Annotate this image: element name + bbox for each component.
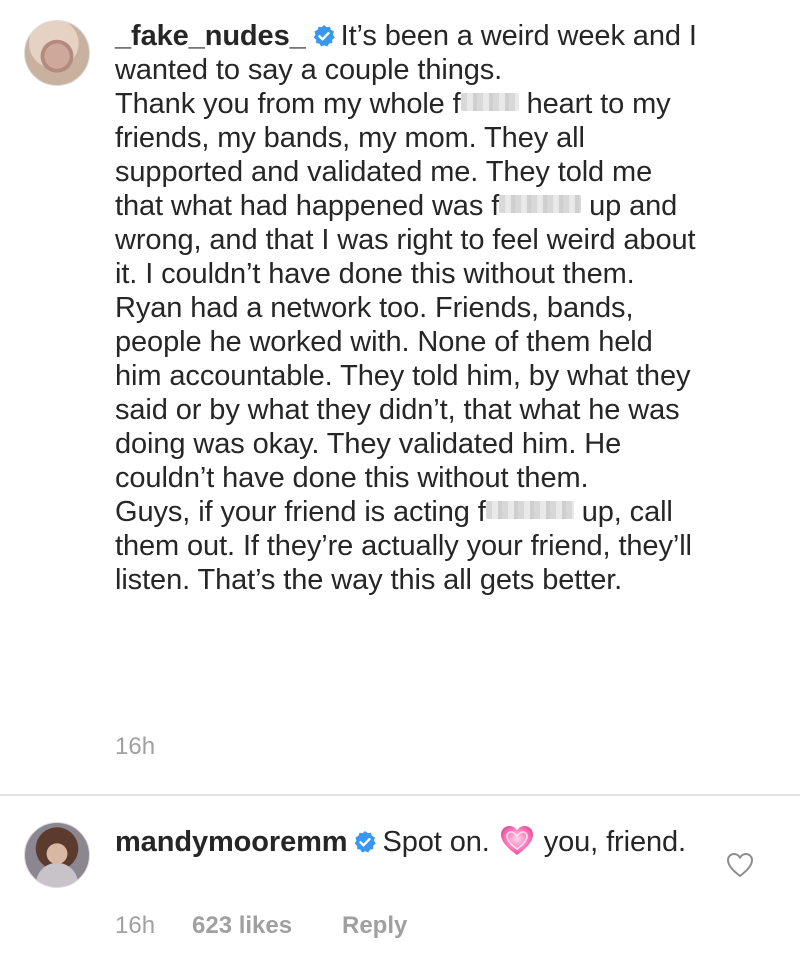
censored-word xyxy=(499,195,582,213)
avatar[interactable] xyxy=(24,20,90,86)
comment-timestamp: 16h xyxy=(115,733,156,760)
likes-count[interactable]: 623 likes xyxy=(192,912,292,940)
pink-heart-emoji-icon xyxy=(500,826,533,855)
comment-paragraph: Ryan had a network too. Friends, bands, … xyxy=(115,291,705,495)
comment-text: Ryan had a network too. Friends, bands, … xyxy=(115,292,691,494)
username[interactable]: mandymooremm xyxy=(115,826,348,858)
comment-text: Thank you from my whole f xyxy=(115,88,461,120)
verified-badge-icon xyxy=(355,831,377,853)
like-heart-icon[interactable] xyxy=(726,852,754,878)
comment-paragraph: Guys, if your friend is acting f up, cal… xyxy=(115,495,705,597)
comment-text: Spot on. xyxy=(382,826,490,858)
comment-paragraph: Thank you from my whole f heart to my fr… xyxy=(115,87,705,291)
comment-item xyxy=(0,796,800,967)
censored-word xyxy=(485,501,574,519)
comment-text: you, friend. xyxy=(543,826,686,858)
comment-body: _fake_nudes_ It’s been a weird week and … xyxy=(115,19,705,597)
comment-paragraph: _fake_nudes_ It’s been a weird week and … xyxy=(115,19,705,87)
censored-word xyxy=(460,93,519,111)
verified-badge-icon xyxy=(313,25,335,47)
comment-text: Guys, if your friend is acting f xyxy=(115,496,486,528)
avatar[interactable] xyxy=(24,822,90,888)
comment-body: mandymooremm Spot on. you, friend. xyxy=(115,825,705,859)
username[interactable]: _fake_nudes_ xyxy=(115,20,306,52)
comment-paragraph: mandymooremm Spot on. you, friend. xyxy=(115,825,705,859)
comment-timestamp: 16h xyxy=(115,912,156,939)
reply-button[interactable]: Reply xyxy=(342,912,407,940)
